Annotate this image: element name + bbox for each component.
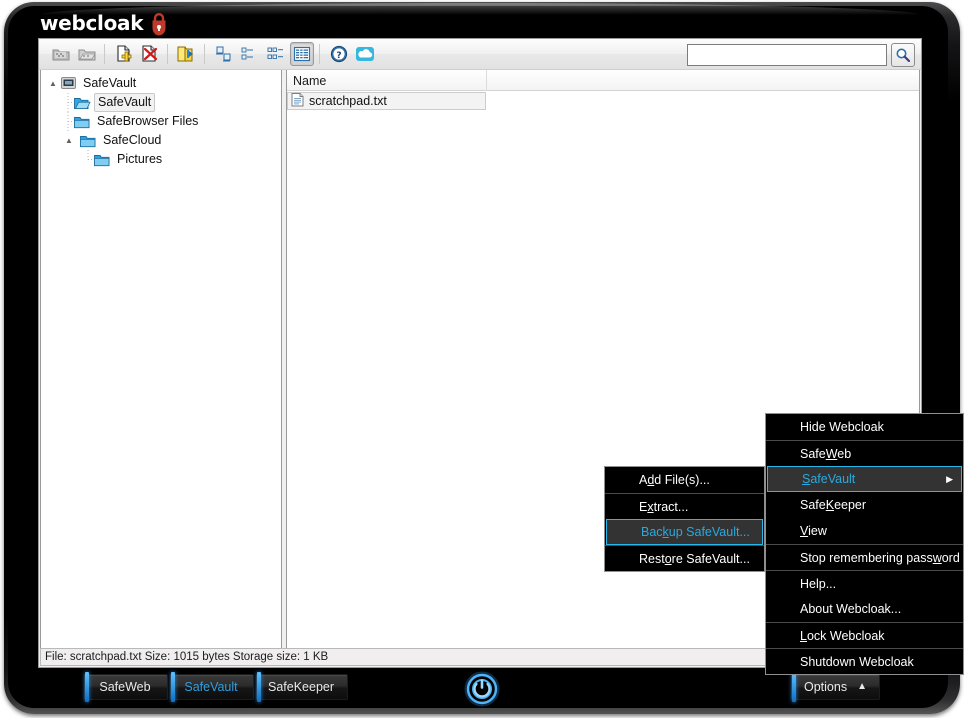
menu-item-view[interactable]: View <box>766 518 963 544</box>
menu-item-lock-webcloak[interactable]: Lock Webcloak <box>766 622 963 648</box>
menu-item-shutdown-webcloak[interactable]: Shutdown Webcloak <box>766 648 963 674</box>
tree-label: SafeBrowser Files <box>97 114 199 128</box>
folder-tree-panel[interactable]: ▲ SafeVault SafeVault SafeBrowser Files … <box>40 70 282 650</box>
power-button[interactable] <box>463 670 501 708</box>
file-name: scratchpad.txt <box>309 93 387 108</box>
expander-icon[interactable]: ▲ <box>47 74 59 93</box>
bottom-dock: SafeWeb SafeVault SafeKeeper Options ▲ <box>38 670 922 710</box>
folder-icon <box>93 152 111 168</box>
small-icons-icon[interactable] <box>238 42 262 66</box>
search-button[interactable] <box>891 43 915 67</box>
options-label: Options <box>804 680 848 694</box>
toolbar-separator <box>167 44 168 64</box>
menu-item-backup-safevault[interactable]: Backup SafeVault... <box>606 519 763 545</box>
open-vault-icon[interactable] <box>75 42 99 66</box>
accent-bar <box>792 672 796 702</box>
computer-icon <box>59 76 77 92</box>
tree-node-safebrowser-files[interactable]: SafeBrowser Files <box>47 112 281 131</box>
table-row[interactable]: scratchpad.txt <box>287 91 919 110</box>
menu-item-safevault[interactable]: SafeVault ▶ <box>767 466 962 492</box>
menu-item-restore-safevault[interactable]: Restore SafeVault... <box>605 545 764 571</box>
accent-bar <box>85 672 89 702</box>
tree-label: SafeVault <box>94 93 156 112</box>
tree-node-safecloud[interactable]: ▲ SafeCloud <box>47 131 281 150</box>
menu-item-safekeeper[interactable]: SafeKeeper <box>766 492 963 518</box>
help-icon[interactable]: ? <box>327 42 351 66</box>
tree-label: Pictures <box>117 152 163 166</box>
details-view-icon[interactable] <box>290 42 314 66</box>
dock-tab-safeweb[interactable]: SafeWeb <box>84 672 168 702</box>
menu-item-stop-remembering-password[interactable]: Stop remembering password <box>766 544 963 570</box>
dock-tab-label: SafeVault <box>184 680 238 694</box>
toolbar-separator <box>104 44 105 64</box>
column-header-name[interactable]: Name <box>287 70 487 91</box>
menu-item-extract[interactable]: Extract... <box>605 493 764 519</box>
search-area <box>687 43 915 67</box>
chevron-up-icon: ▲ <box>857 681 867 692</box>
dock-tab-label: SafeKeeper <box>267 680 335 694</box>
titlebar: webcloak <box>40 8 340 38</box>
chevron-right-icon: ▶ <box>946 473 953 484</box>
svg-text:?: ? <box>336 51 341 61</box>
tree-line <box>83 150 93 169</box>
toolbar-separator <box>319 44 320 64</box>
column-header-blank[interactable] <box>487 70 919 91</box>
context-submenu-safevault[interactable]: Add File(s)... Extract... Backup SafeVau… <box>604 466 765 572</box>
tree-label: SafeVault <box>83 76 137 90</box>
tree-line <box>63 112 73 131</box>
add-files-icon[interactable] <box>112 42 136 66</box>
tree-node-safevault[interactable]: SafeVault <box>47 93 281 112</box>
folder-tree: ▲ SafeVault SafeVault SafeBrowser Files … <box>41 70 281 169</box>
options-button[interactable]: Options ▲ <box>791 672 880 702</box>
menu-item-hide-webcloak[interactable]: Hide Webcloak <box>766 414 963 440</box>
new-vault-icon[interactable] <box>49 42 73 66</box>
context-menu-options[interactable]: Hide Webcloak SafeWeb SafeVault ▶ SafeKe… <box>765 413 964 675</box>
app-title: webcloak <box>40 11 144 35</box>
toolbar-separator <box>204 44 205 64</box>
folder-open-icon <box>73 95 91 111</box>
accent-bar <box>171 672 175 702</box>
text-file-icon <box>291 92 304 110</box>
cloud-icon[interactable] <box>353 42 377 66</box>
tree-line <box>63 93 73 112</box>
menu-item-about-webcloak[interactable]: About Webcloak... <box>766 596 963 622</box>
device-frame: webcloak ? ▲ SafeVault SafeVault SafeBro… <box>0 0 964 718</box>
expander-icon[interactable]: ▲ <box>63 131 75 150</box>
menu-item-help[interactable]: Help... <box>766 570 963 596</box>
menu-item-safeweb[interactable]: SafeWeb <box>766 440 963 466</box>
status-file-info: File: scratchpad.txt Size: 1015 bytes St… <box>45 651 329 663</box>
search-input[interactable] <box>687 44 887 66</box>
folder-icon <box>79 133 97 149</box>
dock-tab-safekeeper[interactable]: SafeKeeper <box>256 672 348 702</box>
dock-tab-safevault[interactable]: SafeVault <box>170 672 254 702</box>
large-icons-icon[interactable] <box>212 42 236 66</box>
tree-node-safevault-root[interactable]: ▲ SafeVault <box>47 74 281 93</box>
tree-node-pictures[interactable]: Pictures <box>47 150 281 169</box>
menu-item-add-files[interactable]: Add File(s)... <box>605 467 764 493</box>
accent-bar <box>257 672 261 702</box>
extract-icon[interactable] <box>175 42 199 66</box>
file-list-header: Name <box>287 70 919 91</box>
tree-label: SafeCloud <box>103 133 162 147</box>
file-row-selected[interactable]: scratchpad.txt <box>287 91 486 110</box>
delete-file-icon[interactable] <box>138 42 162 66</box>
toolbar: ? <box>39 39 921 70</box>
padlock-icon <box>149 12 169 36</box>
list-view-icon[interactable] <box>264 42 288 66</box>
folder-icon <box>73 114 91 130</box>
dock-tab-label: SafeWeb <box>99 680 151 694</box>
